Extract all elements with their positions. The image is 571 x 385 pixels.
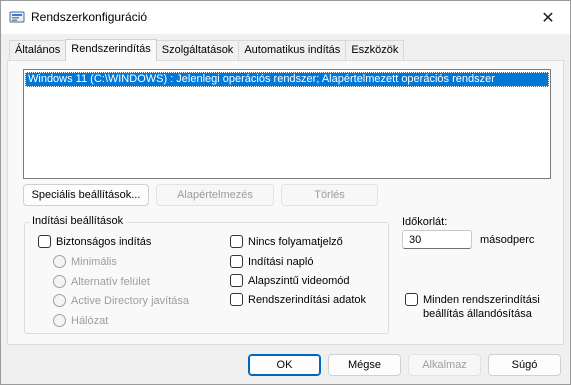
help-button[interactable]: Súgó (488, 354, 561, 376)
set-default-button[interactable]: Alapértelmezés (156, 184, 274, 206)
timeout-label: Időkorlát: (402, 216, 448, 228)
tab-startup[interactable]: Automatikus indítás (238, 40, 347, 60)
make-permanent-label: Minden rendszerindítási beállítás álland… (423, 293, 570, 321)
alternate-shell-radio[interactable]: Alternatív felület (53, 275, 150, 288)
system-configuration-window: Rendszerkonfiguráció ✕ Általános Rendsze… (0, 0, 571, 385)
network-label: Hálózat (71, 314, 109, 327)
timeout-unit: másodperc (480, 234, 535, 246)
minimal-radio[interactable]: Minimális (53, 255, 117, 268)
make-permanent-line1: Minden rendszerindítási (423, 294, 540, 306)
msconfig-icon (9, 11, 25, 23)
tab-services[interactable]: Szolgáltatások (155, 40, 240, 60)
boot-options-legend: Indítási beállítások (29, 215, 127, 227)
safe-boot-checkbox[interactable]: Biztonságos indítás (38, 235, 151, 248)
close-icon: ✕ (541, 9, 555, 27)
boot-log-checkbox[interactable]: Indítási napló (230, 255, 313, 268)
ad-repair-radio[interactable]: Active Directory javítása (53, 294, 189, 307)
tab-general[interactable]: Általános (9, 40, 67, 60)
no-gui-boot-checkbox[interactable]: Nincs folyamatjelző (230, 235, 343, 248)
alternate-shell-label: Alternatív felület (71, 275, 150, 288)
minimal-radio-dot[interactable] (53, 255, 66, 268)
os-list-item[interactable]: Windows 11 (C:\WINDOWS) : Jelenlegi oper… (25, 72, 549, 87)
ad-repair-label: Active Directory javítása (71, 294, 189, 307)
no-gui-boot-box[interactable] (230, 235, 243, 248)
ok-button[interactable]: OK (248, 354, 321, 376)
make-permanent-checkbox[interactable]: Minden rendszerindítási beállítás álland… (405, 293, 570, 321)
tab-bar: Általános Rendszerindítás Szolgáltatások… (9, 39, 405, 61)
ad-repair-radio-dot[interactable] (53, 294, 66, 307)
minimal-label: Minimális (71, 255, 117, 268)
tab-boot[interactable]: Rendszerindítás (65, 39, 157, 61)
cancel-button[interactable]: Mégse (328, 354, 401, 376)
title-bar: Rendszerkonfiguráció ✕ (1, 1, 570, 34)
os-listbox[interactable]: Windows 11 (C:\WINDOWS) : Jelenlegi oper… (23, 69, 551, 179)
os-boot-info-label: Rendszerindítási adatok (248, 293, 367, 306)
base-video-box[interactable] (230, 274, 243, 287)
network-radio[interactable]: Hálózat (53, 314, 108, 327)
delete-button[interactable]: Törlés (281, 184, 378, 206)
base-video-checkbox[interactable]: Alapszintű videomód (230, 274, 350, 287)
base-video-label: Alapszintű videomód (248, 274, 350, 287)
alternate-shell-radio-dot[interactable] (53, 275, 66, 288)
make-permanent-line2: beállítás állandósítása (423, 308, 532, 320)
safe-boot-box[interactable] (38, 235, 51, 248)
os-boot-info-box[interactable] (230, 293, 243, 306)
boot-log-label: Indítási napló (248, 255, 314, 268)
advanced-options-button[interactable]: Speciális beállítások... (23, 184, 149, 206)
boot-log-box[interactable] (230, 255, 243, 268)
os-boot-info-checkbox[interactable]: Rendszerindítási adatok (230, 293, 366, 306)
network-radio-dot[interactable] (53, 314, 66, 327)
make-permanent-box[interactable] (405, 293, 418, 306)
timeout-input[interactable] (402, 230, 472, 249)
safe-boot-label: Biztonságos indítás (56, 235, 152, 248)
tab-tools[interactable]: Eszközök (345, 40, 405, 60)
apply-button[interactable]: Alkalmaz (408, 354, 481, 376)
no-gui-boot-label: Nincs folyamatjelző (248, 235, 343, 248)
window-title: Rendszerkonfiguráció (31, 10, 148, 24)
close-button[interactable]: ✕ (526, 1, 570, 34)
